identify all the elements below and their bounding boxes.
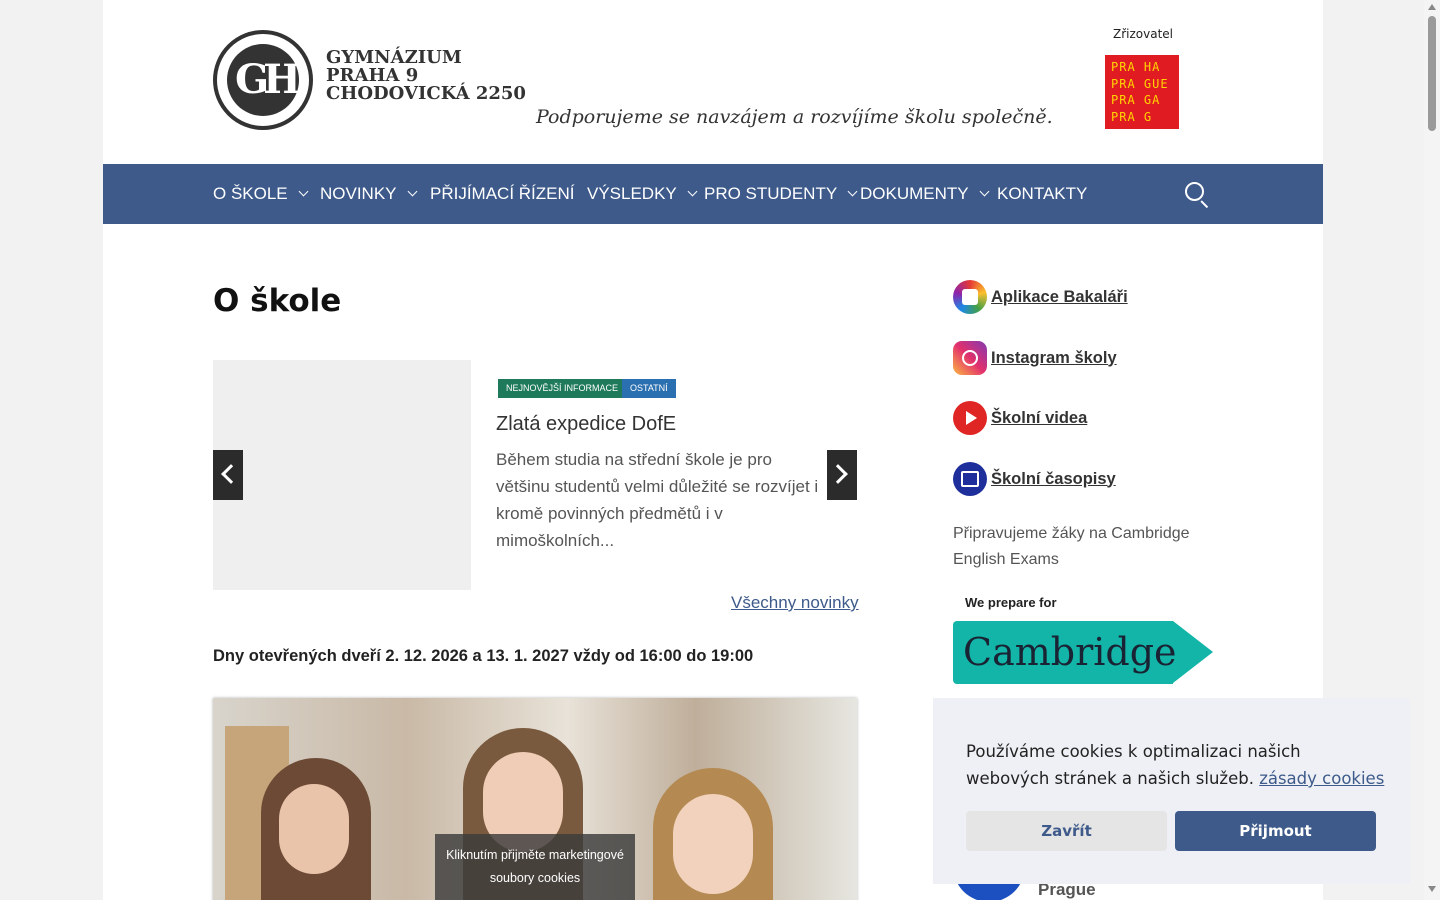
nav-item-novinky[interactable]: NOVINKY (320, 164, 417, 224)
school-logo[interactable]: GH (213, 30, 313, 130)
search-icon[interactable] (1185, 182, 1209, 209)
praha-logo-line: PRA HA (1111, 60, 1161, 74)
chevron-right-icon (828, 464, 848, 484)
cambridge-badge-tip (1173, 621, 1213, 683)
sidebar-link-label: Školní časopisy (991, 469, 1116, 488)
sidebar-link-label: Školní videa (991, 408, 1088, 427)
main-nav: O ŠKOLE NOVINKY PŘIJÍMACÍ ŘÍZENÍ VÝSLEDK… (103, 164, 1323, 224)
cookie-policy-link[interactable]: zásady cookies (1259, 769, 1384, 788)
chevron-down-icon (687, 186, 698, 197)
post-title[interactable]: Zlatá expedice DofE (496, 413, 676, 436)
cambridge-badge[interactable]: Cambridge (953, 621, 1213, 684)
news-slider-image[interactable] (213, 360, 471, 590)
nav-item-pro-studenty[interactable]: PRO STUDENTY (704, 164, 858, 224)
students-photo: Kliknutím přijměte marketingové soubory … (213, 698, 857, 900)
scrollbar-thumb[interactable] (1428, 16, 1436, 131)
nav-label: DOKUMENTY (860, 184, 969, 203)
logo-emblem: GH (227, 44, 301, 116)
sidebar-link-bakalari[interactable]: Aplikace Bakaláři (953, 279, 1128, 315)
school-motto: Podporujeme se navzájem a rozvíjíme škol… (536, 106, 1053, 128)
cookie-message-text: Používáme cookies k optimalizaci našich … (966, 742, 1301, 788)
nav-label: PŘIJÍMACÍ ŘÍZENÍ (430, 184, 575, 203)
chevron-down-icon (847, 186, 858, 197)
sidebar-link-instagram[interactable]: Instagram školy (953, 340, 1117, 376)
nav-label: NOVINKY (320, 184, 397, 203)
tag-other[interactable]: OSTATNÍ (622, 379, 676, 398)
cambridge-text: Připravujeme žáky na Cambridge English E… (953, 525, 1190, 568)
praha-logo[interactable]: PRA HA PRA GUE PRA GA PRA G (1105, 55, 1179, 129)
all-news-link[interactable]: Všechny novinky (731, 593, 859, 613)
nav-label: PRO STUDENTY (704, 184, 838, 203)
nav-label: O ŠKOLE (213, 184, 288, 203)
chevron-down-icon (979, 186, 990, 197)
photo-face-3 (673, 794, 753, 894)
cambridge-badge-text: Cambridge (963, 630, 1177, 674)
cookie-message: Používáme cookies k optimalizaci našich … (966, 738, 1386, 792)
page-scrollbar[interactable] (1424, 0, 1440, 900)
sidebar-link-label: Instagram školy (991, 348, 1117, 367)
sidebar-link-label: Aplikace Bakaláři (991, 287, 1128, 306)
sidebar-link-magazines[interactable]: Školní časopisy (953, 461, 1116, 497)
nav-label: KONTAKTY (997, 184, 1088, 203)
open-days-notice: Dny otevřených dveří 2. 12. 2026 a 13. 1… (213, 647, 754, 665)
praha-logo-line: PRA GA (1111, 93, 1161, 107)
marketing-cookies-overlay[interactable]: Kliknutím přijměte marketingové soubory … (435, 834, 635, 900)
chevron-down-icon (407, 186, 417, 197)
tag-latest-news[interactable]: NEJNOVĚJŠÍ INFORMACE (498, 379, 627, 398)
scroll-up-icon[interactable] (1428, 4, 1436, 10)
cambridge-badge-top: We prepare for (965, 595, 1057, 610)
page-title: O škole (213, 283, 342, 319)
nav-item-kontakty[interactable]: KONTAKTY (997, 164, 1087, 224)
slider-prev-button[interactable] (213, 450, 243, 500)
youtube-icon (953, 401, 987, 435)
chevron-left-icon (221, 464, 241, 484)
nav-item-prijimaci-rizeni[interactable]: PŘIJÍMACÍ ŘÍZENÍ (430, 164, 575, 224)
cookie-consent-banner: Používáme cookies k optimalizaci našich … (933, 698, 1410, 884)
scroll-down-icon[interactable] (1428, 886, 1436, 892)
cookie-accept-button[interactable]: Přijmout (1175, 811, 1376, 851)
chevron-down-icon (298, 186, 309, 197)
instagram-icon (953, 341, 987, 375)
bakalari-icon (953, 280, 987, 314)
praha-logo-line: PRA GUE (1111, 76, 1169, 91)
sidebar-link-videos[interactable]: Školní videa (953, 400, 1087, 436)
slider-next-button[interactable] (827, 450, 857, 500)
school-name[interactable]: GYMNÁZIUM PRAHA 9 CHODOVICKÁ 2250 (326, 49, 526, 103)
nav-label: VÝSLEDKY (587, 184, 677, 203)
school-name-line-3: CHODOVICKÁ 2250 (326, 83, 526, 104)
nav-item-vysledky[interactable]: VÝSLEDKY (587, 164, 698, 224)
nav-item-o-skole[interactable]: O ŠKOLE (213, 164, 309, 224)
cookie-close-button[interactable]: Zavřít (966, 811, 1167, 851)
praha-logo-line: PRA G (1111, 109, 1153, 124)
photo-face-1 (279, 784, 349, 874)
zrizovatel-label: Zřizovatel (1113, 27, 1174, 41)
logo-letters: GH (235, 56, 301, 103)
post-excerpt: Během studia na střední škole je pro vět… (496, 450, 819, 550)
magazine-icon (953, 462, 987, 496)
nav-item-dokumenty[interactable]: DOKUMENTY (860, 164, 990, 224)
